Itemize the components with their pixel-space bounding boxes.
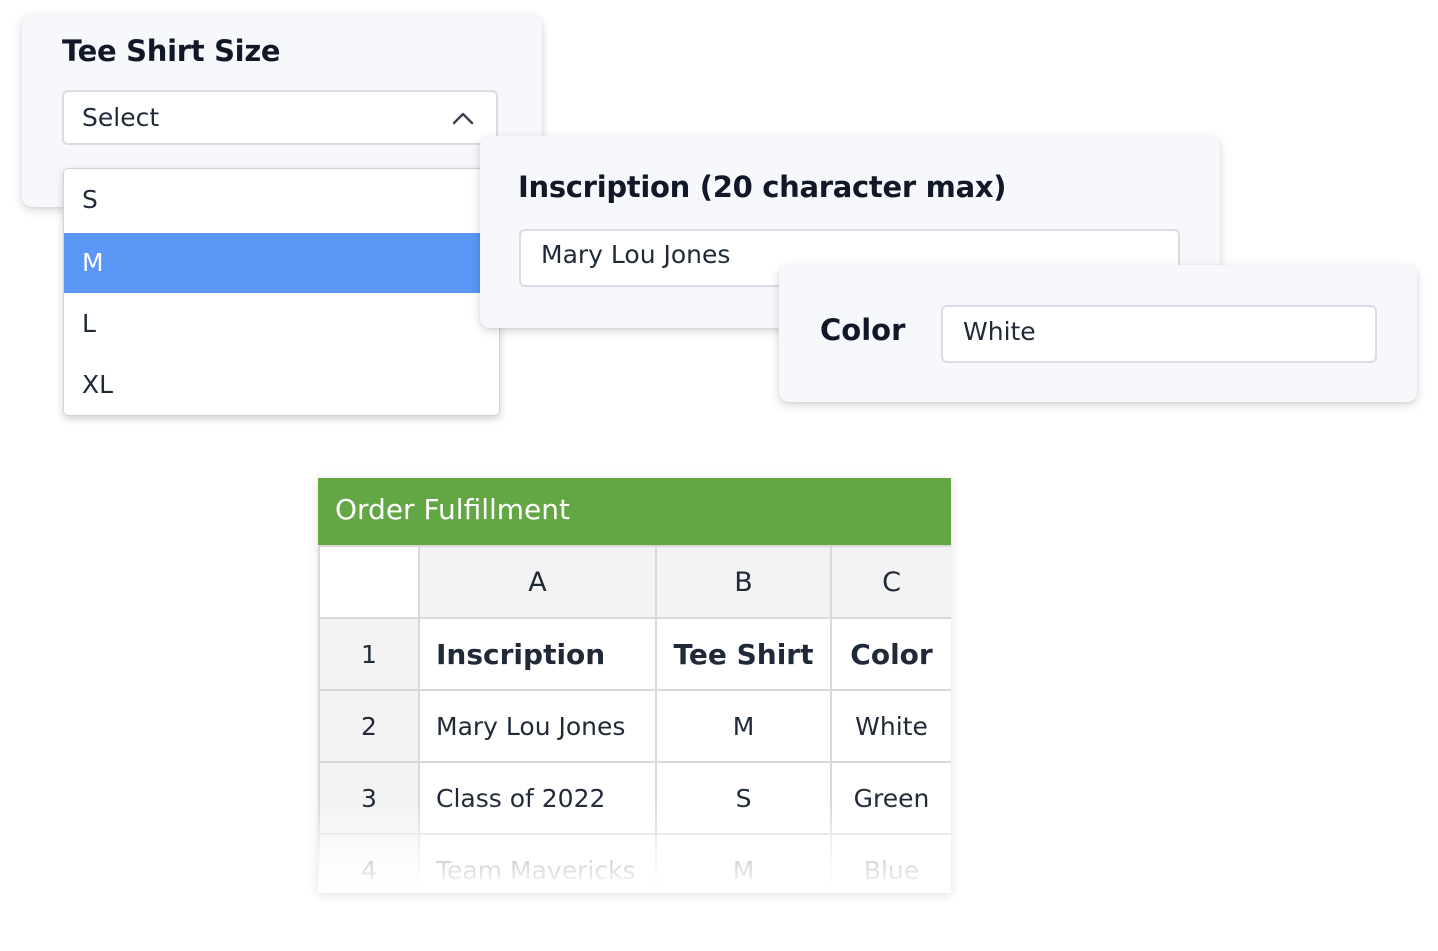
size-options-list: S M L XL — [63, 168, 500, 416]
sheet-grid: A B C 1 Inscription Tee Shirt Color 2 Ma… — [318, 545, 951, 893]
row-header[interactable]: 2 — [318, 689, 420, 763]
table-row: 2 Mary Lou Jones M White — [318, 689, 951, 763]
table-cell[interactable]: Inscription — [418, 617, 657, 691]
corner-cell[interactable] — [318, 545, 420, 619]
size-option-m[interactable]: M — [64, 233, 499, 293]
color-label: Color — [820, 313, 906, 347]
table-row: 3 Class of 2022 S Green — [318, 761, 951, 835]
table-row: 4 Team Mavericks M Blue — [318, 833, 951, 893]
row-header[interactable]: 3 — [318, 761, 420, 835]
order-fulfillment-sheet: Order Fulfillment A B C 1 Inscription Te… — [318, 478, 951, 893]
table-cell[interactable]: Class of 2022 — [418, 761, 657, 835]
table-cell[interactable]: S — [655, 761, 832, 835]
column-header-a[interactable]: A — [418, 545, 657, 619]
table-cell[interactable]: Blue — [830, 833, 951, 893]
tee-shirt-size-title: Tee Shirt Size — [62, 34, 281, 68]
size-option-s[interactable]: S — [64, 170, 499, 230]
color-input[interactable]: White — [941, 305, 1377, 363]
table-cell[interactable]: M — [655, 833, 832, 893]
table-cell[interactable]: Green — [830, 761, 951, 835]
column-header-b[interactable]: B — [655, 545, 832, 619]
select-value: Select — [82, 103, 160, 132]
inscription-title: Inscription (20 character max) — [518, 170, 1007, 204]
size-option-xl[interactable]: XL — [64, 355, 499, 415]
column-header-row: A B C — [318, 545, 951, 619]
chevron-up-icon — [452, 110, 474, 129]
table-cell[interactable]: Team Mavericks — [418, 833, 657, 893]
sheet-title: Order Fulfillment — [318, 478, 951, 545]
tee-shirt-size-select[interactable]: Select — [62, 90, 498, 145]
table-cell[interactable]: Mary Lou Jones — [418, 689, 657, 763]
size-option-l[interactable]: L — [64, 294, 499, 354]
table-row: 1 Inscription Tee Shirt Color — [318, 617, 951, 691]
table-cell[interactable]: Tee Shirt — [655, 617, 832, 691]
table-cell[interactable]: M — [655, 689, 832, 763]
column-header-c[interactable]: C — [830, 545, 951, 619]
table-cell[interactable]: White — [830, 689, 951, 763]
row-header[interactable]: 4 — [318, 833, 420, 893]
table-cell[interactable]: Color — [830, 617, 951, 691]
color-card: Color White — [779, 265, 1417, 402]
row-header[interactable]: 1 — [318, 617, 420, 691]
